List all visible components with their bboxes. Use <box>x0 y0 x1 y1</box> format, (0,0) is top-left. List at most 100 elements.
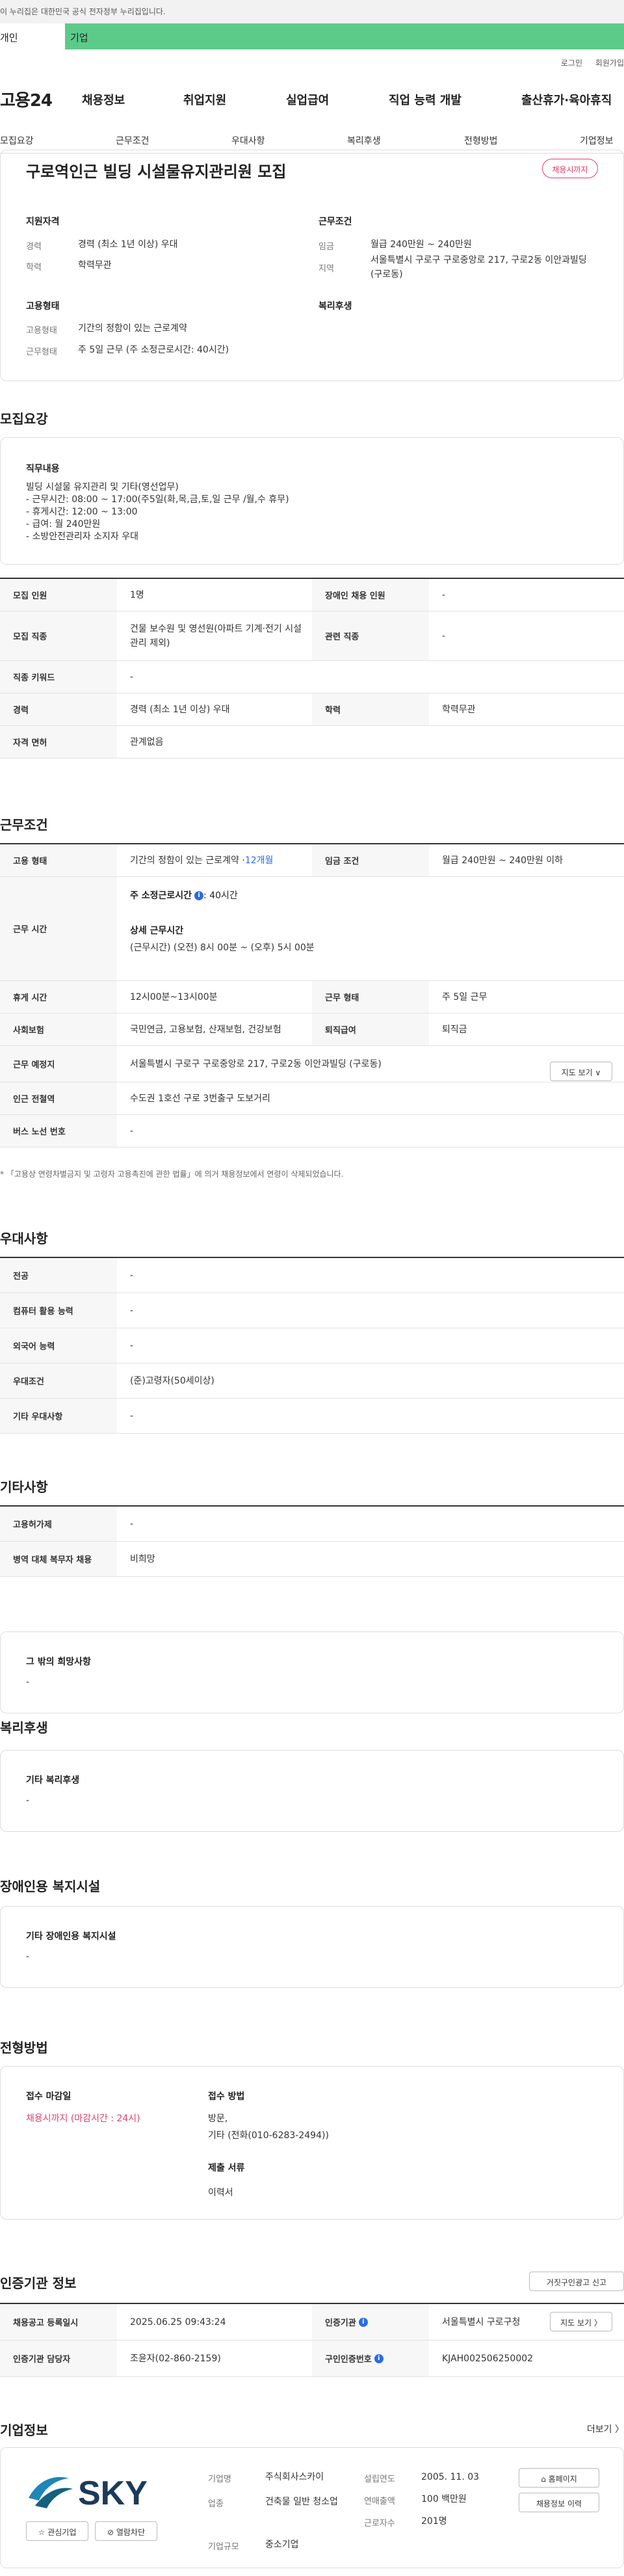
brand-logo[interactable]: 고용24 <box>0 87 53 111</box>
info-icon[interactable]: i <box>358 2317 368 2327</box>
gnb-item-leave[interactable]: 출산휴가·육아휴직 <box>521 91 612 108</box>
sales-key: 연매출액 <box>364 2497 395 2506</box>
regdate-value: 2025.06.25 09:43:24 <box>130 2316 226 2328</box>
table-row: 근무 예정지 서울특별시 구로구 구로중앙로 217, 구로2동 이안과빌딩 (… <box>0 1046 624 1082</box>
docs-title: 제출 서류 <box>208 2163 245 2173</box>
tab-selection[interactable]: 전형방법 <box>464 134 498 147</box>
sales-value: 100 백만원 <box>421 2494 467 2504</box>
wage-value: 월급 240만원 ~ 240만원 <box>370 239 472 250</box>
rcareer-value: 경력 (최소 1년 이상) 우대 <box>130 704 230 715</box>
welfare-title: 기타 복리후생 <box>26 1775 80 1786</box>
tab-welfare[interactable]: 복리후생 <box>347 134 381 147</box>
job-key: 모집 직종 <box>0 611 117 660</box>
bus-value: - <box>130 1125 134 1136</box>
other-heading: 기타사항 <box>0 1479 48 1495</box>
computer-key: 컴퓨터 활용 능력 <box>0 1293 117 1328</box>
subway-key: 인근 전철역 <box>0 1082 117 1114</box>
keyword-value: - <box>130 671 134 682</box>
block-company-button[interactable]: ⊘ 열람차단 <box>95 2521 157 2541</box>
false-ad-report-button[interactable]: 거짓구인광고 신고 <box>529 2272 624 2291</box>
agency-map-button[interactable]: 지도 보기 〉 <box>550 2312 612 2331</box>
table-row: 우대조건 (준)고령자(50세이상) <box>0 1363 624 1399</box>
info-icon[interactable]: i <box>194 891 204 900</box>
subway-value: 수도권 1호선 구로 3번출구 도보거리 <box>130 1093 270 1104</box>
gnb-item-support[interactable]: 취업지원 <box>183 91 226 108</box>
tab-preferences[interactable]: 우대사항 <box>231 134 265 147</box>
job-history-button[interactable]: 채용정보 이력 <box>519 2493 599 2512</box>
login-link[interactable]: 로그인 <box>561 59 582 68</box>
gov-notice-bar: 이 누리집은 대한민국 공식 전자정부 누리집입니다. <box>0 0 624 23</box>
gnb-item-unemployment[interactable]: 실업급여 <box>286 91 329 108</box>
agency-value: 서울특별시 구로구청 <box>442 2316 521 2328</box>
industry-key: 업종 <box>208 2499 224 2509</box>
wish-box <box>0 1631 624 1713</box>
tab-recruit[interactable]: 모집요강 <box>0 134 34 147</box>
qual-label: 지원자격 <box>26 217 60 227</box>
map-view-button[interactable]: 지도 보기 ∨ <box>550 1062 612 1081</box>
gnb-item-training[interactable]: 직업 능력 개발 <box>389 91 462 108</box>
company-heading: 기업정보 <box>0 2422 48 2438</box>
table-row: 경력 경력 (최소 1년 이상) 우대 학력 학력무관 <box>0 693 624 726</box>
insurance-value: 국민연금, 고용보험, 산재보험, 건강보험 <box>130 1024 281 1035</box>
authno-value: KJAH002506250002 <box>442 2353 534 2364</box>
table-row: 기타 우대사항 - <box>0 1399 624 1434</box>
pref-table: 전공 - 컴퓨터 활용 능력 - 외국어 능력 - 우대조건 (준)고령자(50… <box>0 1257 624 1434</box>
table-row: 자격 면허 관계없음 <box>0 726 624 758</box>
count-value: 1명 <box>130 589 144 600</box>
edu-key: 학력 <box>26 263 42 273</box>
emp-label: 고용형태 <box>26 301 60 312</box>
gnb-item-jobs[interactable]: 채용정보 <box>82 91 125 108</box>
duty-text: 빌딩 시설물 유지관리 및 기타(영선업무) - 근무시간: 08:00 ~ 1… <box>26 482 289 542</box>
selection-box <box>0 2066 624 2220</box>
major-value: - <box>130 1270 134 1281</box>
redu-value: 학력무관 <box>442 704 476 715</box>
company-more-link[interactable]: 더보기 〉 <box>587 2422 624 2435</box>
home-icon: ⌂ <box>541 2475 549 2484</box>
emptype-value2: 기간의 정함이 있는 근로계약 · 12개월 <box>117 844 312 876</box>
tab-company-info[interactable]: 기업정보 <box>580 134 614 147</box>
founded-key: 설립연도 <box>364 2475 395 2484</box>
manager-key: 인증기관 담당자 <box>0 2341 117 2376</box>
wage-key: 임금 <box>318 242 334 252</box>
cname-key: 기업명 <box>208 2475 231 2484</box>
deadline-title: 접수 마감일 <box>26 2091 72 2102</box>
worktype-value: 주 5일 근무 (주 소정근로시간: 40시간) <box>78 345 229 355</box>
info-icon[interactable]: i <box>374 2354 384 2363</box>
edu-value: 학력무관 <box>78 260 112 271</box>
method-value-1: 방문, <box>208 2113 228 2124</box>
table-row: 컴퓨터 활용 능력 - <box>0 1293 624 1328</box>
lang-value: - <box>130 1340 134 1351</box>
major-key: 전공 <box>0 1258 117 1293</box>
homepage-button[interactable]: ⌂ 홈페이지 <box>519 2468 599 2488</box>
work-heading: 근무조건 <box>0 817 48 833</box>
user-type-tabs: 개인 기업 <box>0 23 624 49</box>
welfare-box <box>0 1750 624 1832</box>
welfare-label: 복리후생 <box>318 301 352 312</box>
method-title: 접수 방법 <box>208 2091 245 2102</box>
bus-key: 버스 노선 번호 <box>0 1115 117 1147</box>
tab-work-conditions[interactable]: 근무조건 <box>116 134 150 147</box>
retire-value: 퇴직금 <box>442 1024 467 1035</box>
duty-title: 직무내용 <box>26 464 60 474</box>
join-link[interactable]: 회원가입 <box>595 59 624 68</box>
favorite-company-button[interactable]: ☆ 관심기업 <box>26 2521 88 2541</box>
company-logo: SKY <box>29 2475 148 2512</box>
tab-person[interactable]: 개인 <box>0 23 65 49</box>
welfare-heading: 복리후생 <box>0 1720 48 1736</box>
disabled-key: 장애인 채용 인원 <box>312 579 429 611</box>
lang-key: 외국어 능력 <box>0 1328 117 1363</box>
emptype-key: 고용형태 <box>26 326 57 336</box>
break-key: 휴게 시간 <box>0 981 117 1013</box>
tab-company[interactable]: 기업 <box>65 23 624 49</box>
emptype-key2: 고용 형태 <box>0 844 117 876</box>
place-key: 근무 예정지 <box>0 1046 117 1082</box>
deadline-badge: 채용시까지 <box>542 159 598 178</box>
method-value-2: 기타 (전화(010-6283-2494)) <box>208 2130 329 2141</box>
founded-value: 2005. 11. 03 <box>421 2472 480 2482</box>
rcareer-key: 경력 <box>0 693 117 725</box>
table-row: 인증기관 담당자 조윤자(02-860-2159) 구인인증번호 i KJAH00… <box>0 2341 624 2377</box>
permit-key: 고용허가제 <box>0 1507 117 1541</box>
job-value: 건물 보수원 및 영선원(아파트 기계·전기 시설관리 제외) <box>130 623 302 649</box>
area-key: 지역 <box>318 264 334 274</box>
detail-hours-label: 상세 근무시간 <box>130 926 184 936</box>
